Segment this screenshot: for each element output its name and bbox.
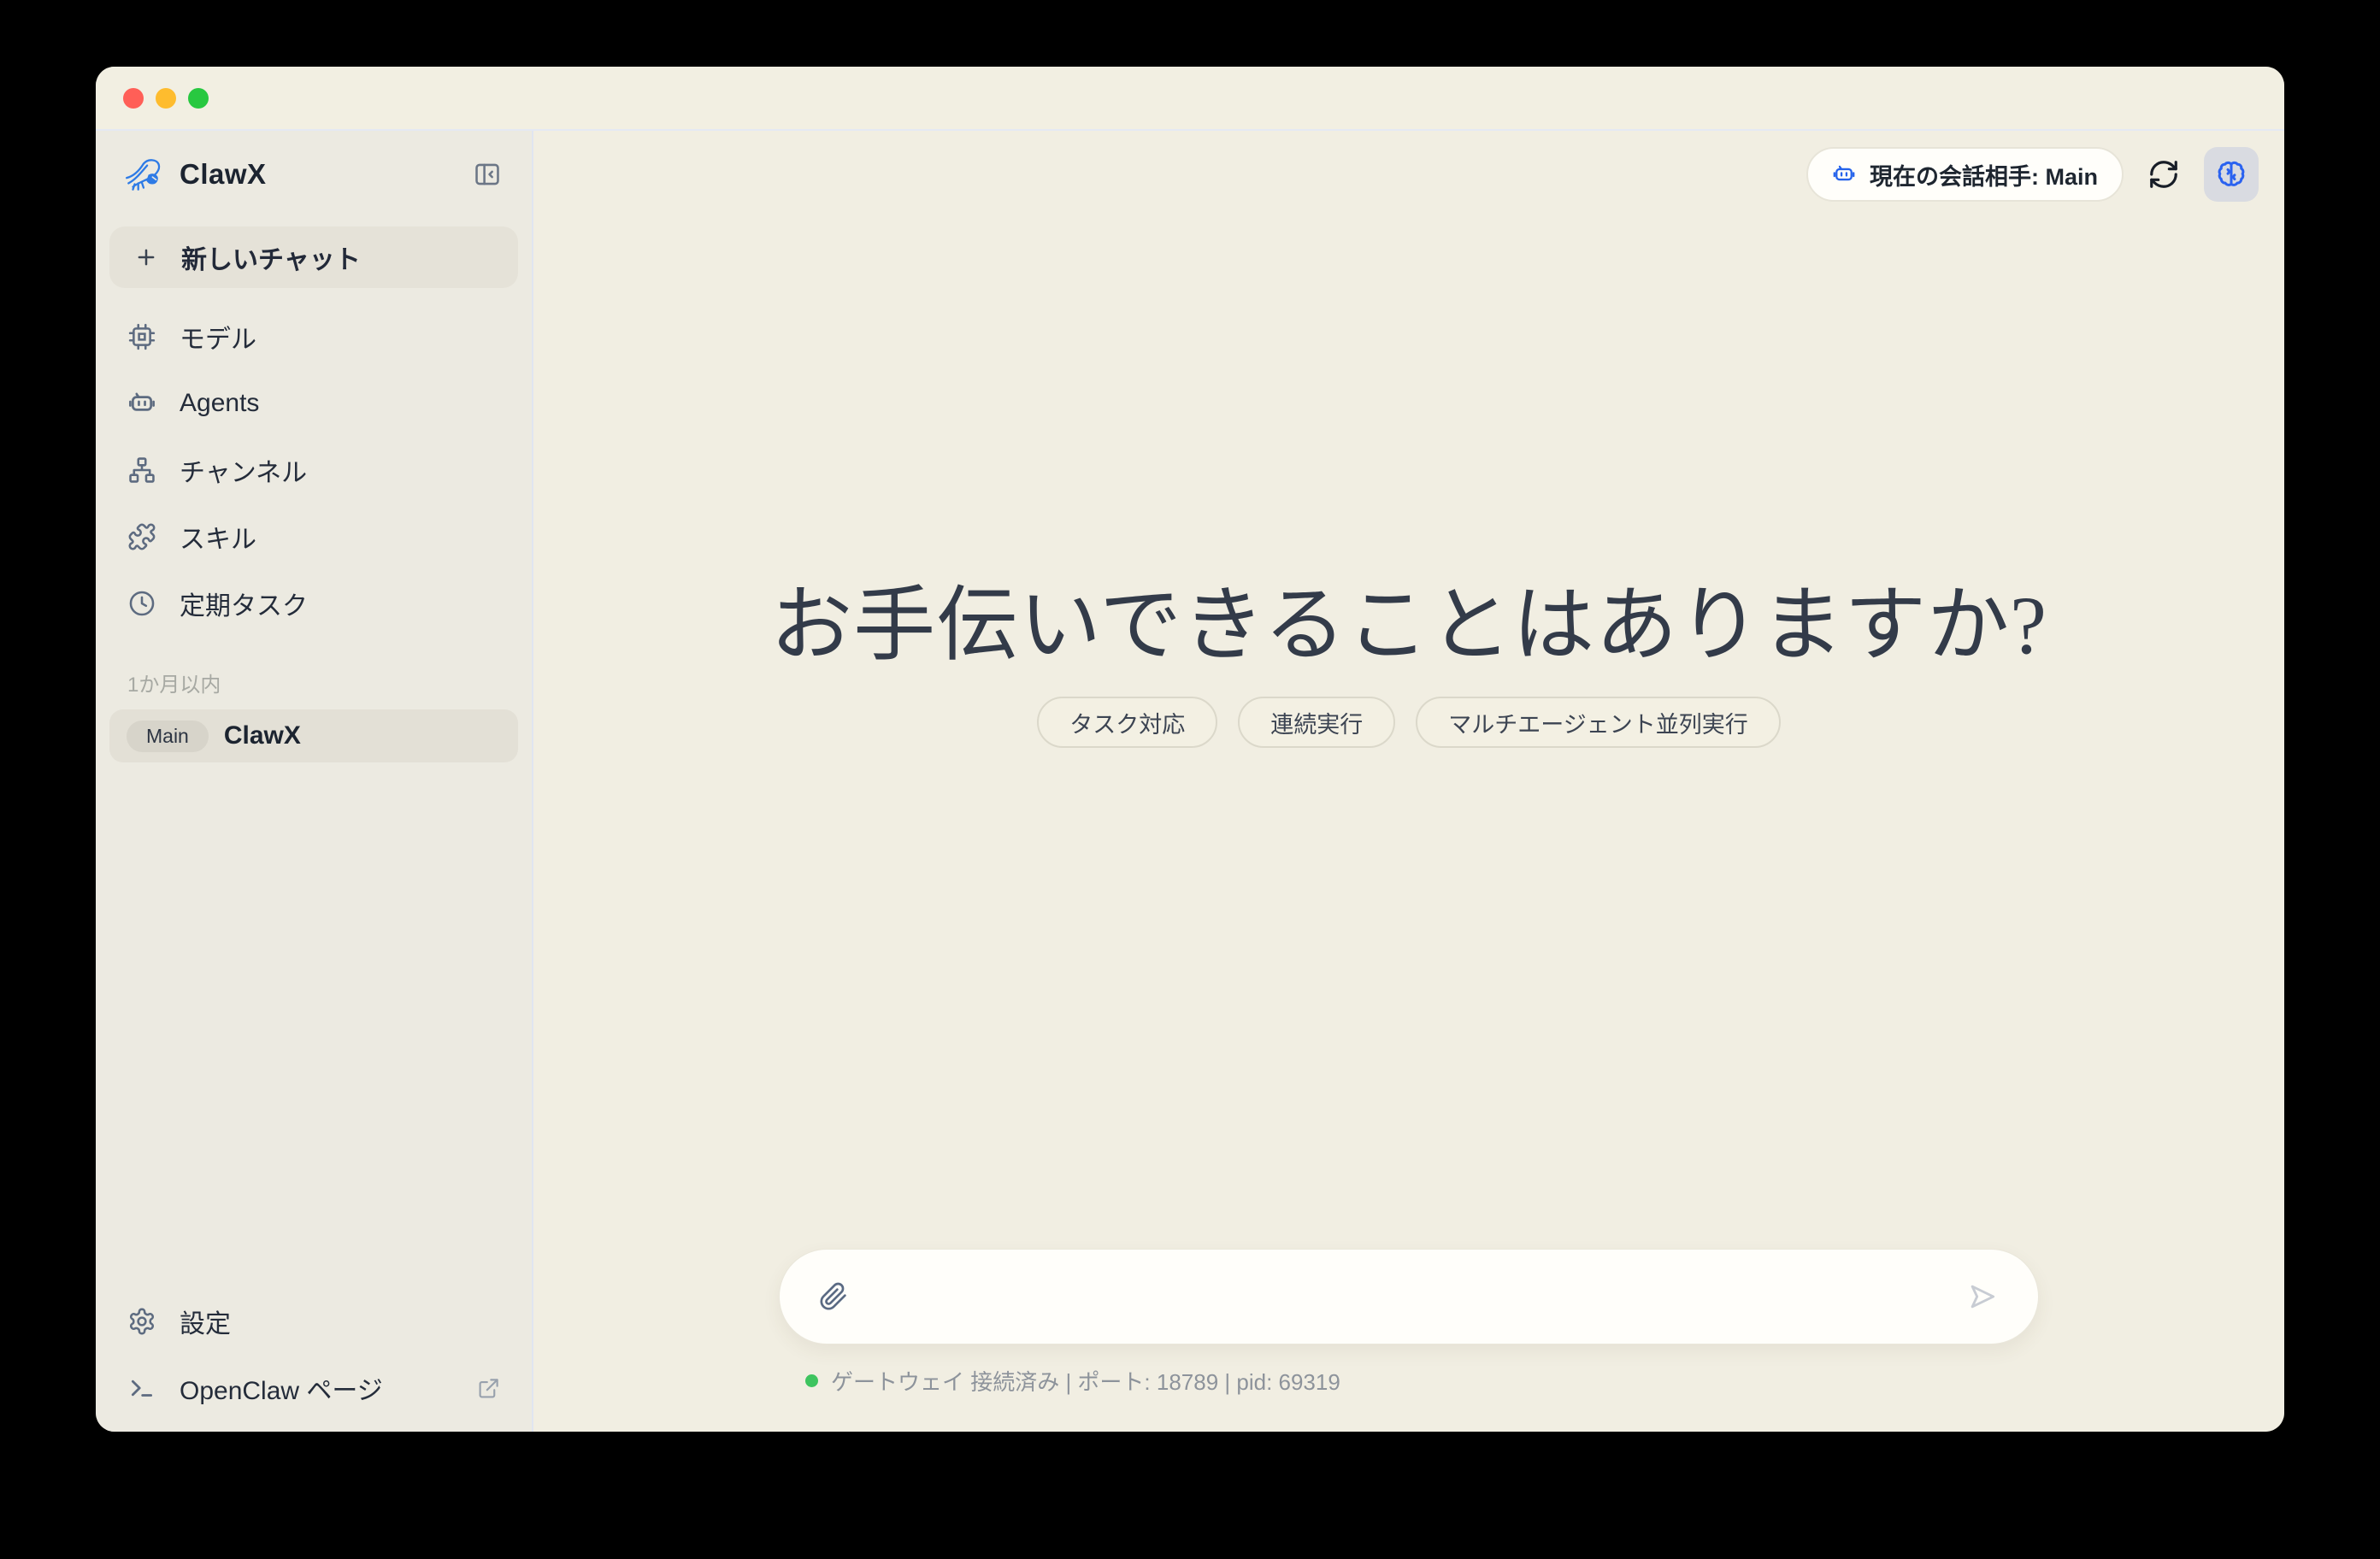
sidebar-item-label: スキル: [180, 518, 256, 556]
close-button[interactable]: [123, 88, 144, 109]
titlebar: [96, 67, 2284, 131]
clock-icon: [127, 589, 156, 618]
sidebar-item-skills[interactable]: スキル: [109, 503, 518, 570]
history-item-main-clawx[interactable]: Main ClawX: [109, 709, 518, 762]
history-section-label: 1か月以内: [109, 668, 518, 697]
status-dot-icon: [805, 1374, 818, 1387]
gear-icon: [127, 1307, 156, 1336]
sidebar-header: ClawX: [109, 153, 518, 196]
new-chat-button[interactable]: 新しいチャット: [109, 226, 518, 288]
sidebar: ClawX 新しいチャット: [96, 131, 533, 1432]
desktop-background: ClawX 新しいチャット: [0, 0, 2380, 1559]
sidebar-item-models[interactable]: モデル: [109, 303, 518, 370]
sidebar-item-label: チャンネル: [180, 451, 307, 489]
chat-main-area: 現在の会話相手: Main: [533, 131, 2284, 1432]
message-composer: [779, 1249, 2039, 1344]
send-icon: [1966, 1280, 1999, 1313]
puzzle-icon: [127, 522, 156, 551]
app-window: ClawX 新しいチャット: [96, 67, 2284, 1432]
clawx-lobster-logo-icon: [123, 155, 166, 194]
sidebar-collapse-button[interactable]: [472, 159, 503, 190]
paperclip-icon: [819, 1282, 848, 1311]
sidebar-item-agents[interactable]: Agents: [109, 370, 518, 437]
history-item-label: ClawX: [224, 721, 301, 750]
refresh-button[interactable]: [2142, 153, 2185, 196]
zoom-button[interactable]: [188, 88, 209, 109]
sidebar-item-settings[interactable]: 設定: [109, 1288, 518, 1355]
app-title: ClawX: [180, 158, 267, 191]
bot-icon: [127, 389, 156, 418]
attach-file-button[interactable]: [819, 1282, 848, 1311]
new-chat-label: 新しいチャット: [181, 238, 361, 276]
sidebar-item-label: モデル: [180, 318, 256, 356]
brain-icon: [2215, 158, 2247, 191]
conversation-partner-label: 現在の会話相手: Main: [1870, 158, 2098, 191]
traffic-lights: [123, 88, 209, 109]
top-controls: 現在の会話相手: Main: [1806, 147, 2259, 202]
sidebar-item-label: OpenClaw ページ: [180, 1369, 383, 1407]
gateway-status-bar: ゲートウェイ 接続済み | ポート: 18789 | pid: 69319: [805, 1365, 1340, 1397]
terminal-icon: [127, 1374, 156, 1403]
cpu-icon: [127, 322, 156, 351]
panel-collapse-icon: [473, 160, 502, 189]
suggestion-pills: タスク対応 連続実行 マルチエージェント並列実行: [533, 697, 2284, 748]
conversation-partner-badge[interactable]: 現在の会話相手: Main: [1806, 147, 2124, 202]
sidebar-item-label: 設定: [180, 1303, 231, 1340]
external-link-icon: [477, 1377, 500, 1400]
bot-icon: [1832, 162, 1856, 186]
suggestion-pill-continuous[interactable]: 連続実行: [1238, 697, 1395, 748]
network-icon: [127, 456, 156, 485]
sidebar-item-channels[interactable]: チャンネル: [109, 437, 518, 503]
sidebar-item-label: 定期タスク: [180, 585, 308, 622]
plus-icon: [133, 244, 159, 270]
sidebar-item-scheduled-tasks[interactable]: 定期タスク: [109, 570, 518, 637]
greeting-heading: お手伝いできることはありますか?: [533, 558, 2284, 677]
minimize-button[interactable]: [156, 88, 176, 109]
suggestion-pill-multiagent[interactable]: マルチエージェント並列実行: [1416, 697, 1780, 748]
sidebar-item-openclaw-page[interactable]: OpenClaw ページ: [109, 1355, 518, 1421]
refresh-icon: [2147, 158, 2180, 191]
suggestion-pill-task[interactable]: タスク対応: [1037, 697, 1217, 748]
sidebar-nav: モデル Agents: [109, 303, 518, 637]
gateway-status-text: ゲートウェイ 接続済み | ポート: 18789 | pid: 69319: [831, 1365, 1340, 1397]
agent-badge: Main: [127, 721, 209, 752]
sidebar-item-label: Agents: [180, 389, 259, 418]
brain-button[interactable]: [2204, 147, 2259, 202]
message-input[interactable]: [869, 1283, 1946, 1310]
send-button[interactable]: [1966, 1280, 1999, 1313]
